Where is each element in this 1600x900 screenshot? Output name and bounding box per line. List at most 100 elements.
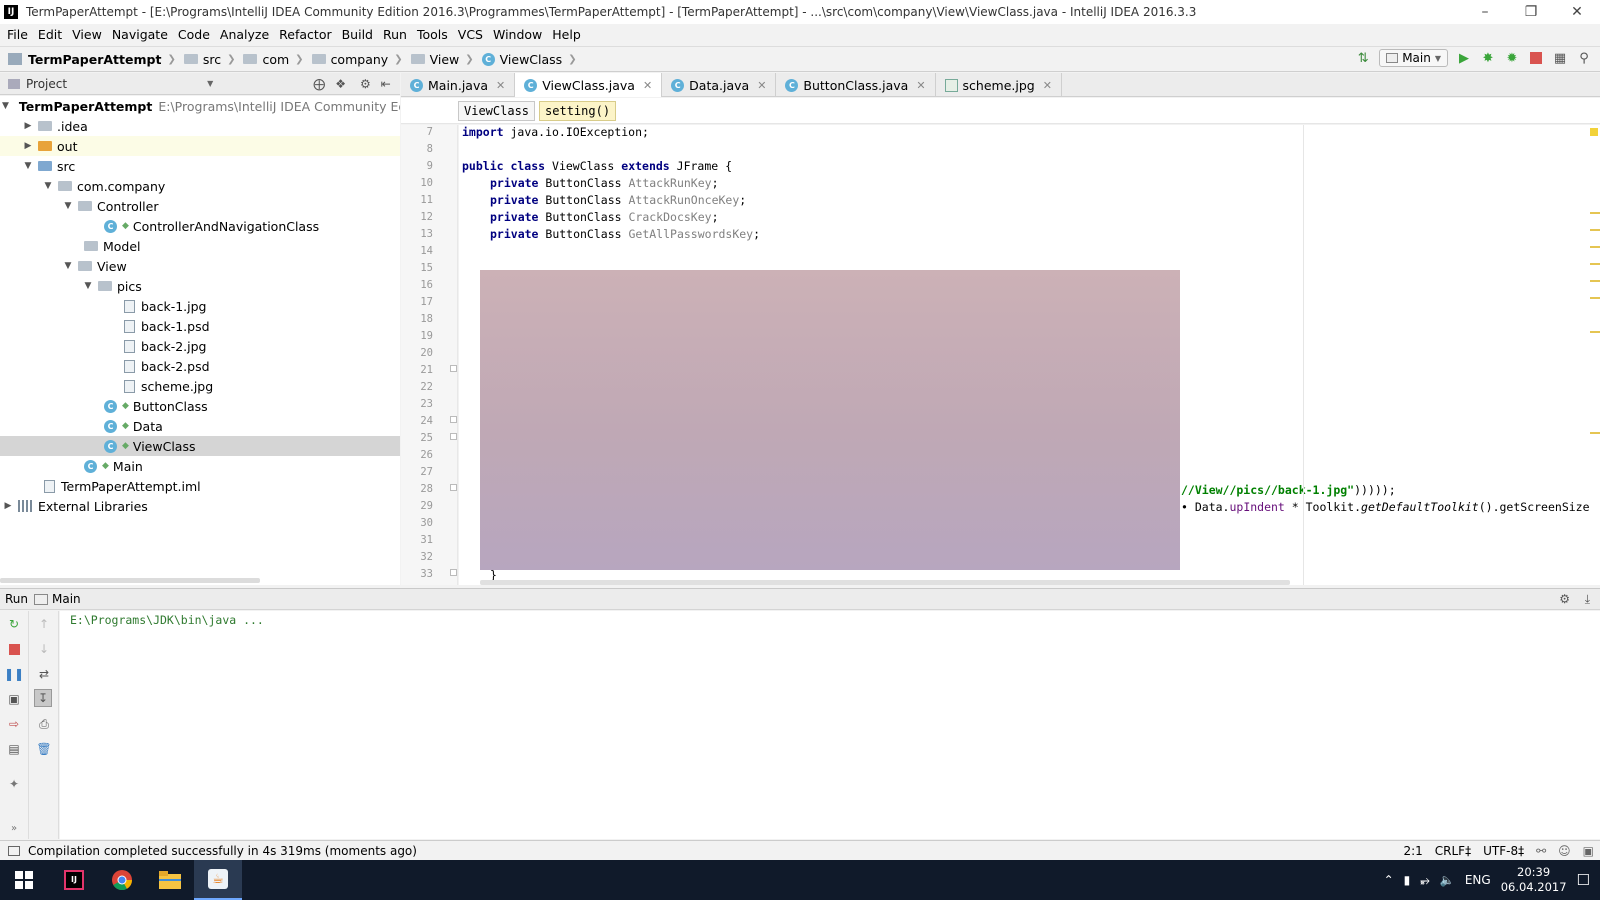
console-output[interactable]: E:\Programs\JDK\bin\java ... <box>60 611 1600 839</box>
coverage-icon[interactable]: ✹ <box>1504 50 1520 66</box>
notification-icon[interactable]: ☐ <box>1577 871 1590 889</box>
soft-wrap-icon[interactable]: ⇄ <box>35 665 53 683</box>
tree-item-iml[interactable]: TermPaperAttempt.iml <box>0 476 400 496</box>
run-config-select[interactable]: Main ▼ <box>1379 49 1448 67</box>
print-icon[interactable]: ⎙ <box>35 715 53 733</box>
tree-item-data[interactable]: C ◆ Data <box>0 416 400 436</box>
pin-icon[interactable]: ✦ <box>5 775 23 793</box>
gear-icon[interactable]: ⚙ <box>1559 592 1570 606</box>
clock[interactable]: 20:39 06.04.2017 <box>1501 865 1567 895</box>
up-arrow-icon[interactable]: ↑ <box>35 615 53 633</box>
tab-buttonclass-java[interactable]: C ButtonClass.java ✕ <box>776 73 936 97</box>
stop-icon[interactable] <box>5 640 23 658</box>
menu-help[interactable]: Help <box>547 27 586 42</box>
menu-tools[interactable]: Tools <box>412 27 453 42</box>
stop-icon[interactable] <box>1528 50 1544 66</box>
tree-item-main[interactable]: C ◆ Main <box>0 456 400 476</box>
analysis-status-icon[interactable] <box>1590 128 1598 136</box>
file-encoding[interactable]: UTF-8‡ <box>1483 844 1524 858</box>
collapse-arrow-icon[interactable]: ▶ <box>22 121 34 131</box>
taskbar-intellij[interactable]: IJ <box>50 860 98 900</box>
collapse-arrow-icon[interactable]: ▶ <box>22 141 34 151</box>
locate-icon[interactable]: ⨁ <box>313 77 325 91</box>
hide-panel-icon[interactable]: ⤓ <box>1585 592 1590 607</box>
tree-item-out[interactable]: ▶ out <box>0 136 400 156</box>
tree-item-controllerandnavigationclass[interactable]: C ◆ ControllerAndNavigationClass <box>0 216 400 236</box>
event-log-icon[interactable]: ▣ <box>1583 844 1594 858</box>
menu-navigate[interactable]: Navigate <box>107 27 173 42</box>
fold-marker-icon[interactable] <box>450 416 457 423</box>
taskbar-chrome[interactable] <box>98 860 146 900</box>
pause-icon[interactable]: ❚❚ <box>4 665 24 683</box>
menu-edit[interactable]: Edit <box>33 27 67 42</box>
menu-code[interactable]: Code <box>173 27 215 42</box>
close-tab-icon[interactable]: ✕ <box>916 79 925 92</box>
run-tab-label[interactable]: Main <box>52 592 81 606</box>
nav-crumb-view[interactable]: View ❯ <box>403 52 474 67</box>
warning-marker[interactable] <box>1590 432 1600 434</box>
inspector-icon[interactable]: ☺ <box>1558 844 1571 858</box>
rerun-icon[interactable]: ↻ <box>5 615 23 633</box>
project-panel-title[interactable]: Project <box>26 77 67 91</box>
error-stripe[interactable] <box>1589 125 1600 585</box>
tree-item-back-2-psd[interactable]: back-2.psd <box>0 356 400 376</box>
project-hscrollbar[interactable] <box>0 578 260 583</box>
collapse-icon[interactable]: ❖ <box>335 77 346 91</box>
close-tab-icon[interactable]: ✕ <box>757 79 766 92</box>
tree-item-controller[interactable]: ▼ Controller <box>0 196 400 216</box>
menu-window[interactable]: Window <box>488 27 547 42</box>
breadcrumb-class[interactable]: ViewClass <box>458 100 536 121</box>
tree-item-idea[interactable]: ▶ .idea <box>0 116 400 136</box>
start-button[interactable] <box>0 860 48 900</box>
chevron-up-icon[interactable]: ⌃ <box>1384 873 1394 887</box>
battery-icon[interactable]: ▮ <box>1404 873 1411 887</box>
expand-arrow-icon[interactable]: ▼ <box>62 261 74 271</box>
warning-marker[interactable] <box>1590 246 1600 248</box>
wifi-icon[interactable]: ⥵ <box>1420 873 1430 888</box>
nav-crumb-com[interactable]: com ❯ <box>235 52 304 67</box>
menu-file[interactable]: File <box>2 27 33 42</box>
tool-windows-icon[interactable] <box>8 845 20 856</box>
expand-arrow-icon[interactable]: ▼ <box>22 161 34 171</box>
fold-marker-icon[interactable] <box>450 433 457 440</box>
collapse-arrow-icon[interactable]: ▶ <box>2 501 14 511</box>
debug-icon[interactable]: ✸ <box>1480 50 1496 66</box>
tree-item-view[interactable]: ▼ View <box>0 256 400 276</box>
close-tab-icon[interactable]: ✕ <box>496 79 505 92</box>
fold-marker-icon[interactable] <box>450 484 457 491</box>
tree-item-back-2-jpg[interactable]: back-2.jpg <box>0 336 400 356</box>
search-icon[interactable]: ⚲ <box>1576 50 1592 66</box>
menu-run[interactable]: Run <box>378 27 412 42</box>
tree-item-com-company[interactable]: ▼ com.company <box>0 176 400 196</box>
caret-position[interactable]: 2:1 <box>1403 844 1422 858</box>
input-language[interactable]: ENG <box>1465 873 1491 887</box>
expand-arrow-icon[interactable]: ▼ <box>42 181 54 191</box>
tab-main-java[interactable]: C Main.java ✕ <box>401 73 516 97</box>
down-arrow-icon[interactable]: ↓ <box>35 640 53 658</box>
warning-marker[interactable] <box>1590 280 1600 282</box>
sort-icon[interactable]: ⇅ <box>1355 50 1371 66</box>
nav-crumb-src[interactable]: src ❯ <box>176 52 235 67</box>
expand-more-icon[interactable]: » <box>5 819 23 837</box>
expand-arrow-icon[interactable]: ▼ <box>62 201 74 211</box>
fold-marker-icon[interactable] <box>450 569 457 576</box>
tree-item-buttonclass[interactable]: C ◆ ButtonClass <box>0 396 400 416</box>
warning-marker[interactable] <box>1590 331 1600 333</box>
taskbar-explorer[interactable] <box>146 860 194 900</box>
run-icon[interactable]: ▶ <box>1456 50 1472 66</box>
breadcrumb-method[interactable]: setting() <box>539 100 617 121</box>
menu-analyze[interactable]: Analyze <box>215 27 274 42</box>
trash-icon[interactable]: 🗑 <box>35 740 53 758</box>
gear-icon[interactable]: ⚙ <box>360 77 371 91</box>
tree-item-external-libraries[interactable]: ▶ External Libraries <box>0 496 400 516</box>
warning-marker[interactable] <box>1590 263 1600 265</box>
tab-viewclass-java[interactable]: C ViewClass.java ✕ <box>515 73 663 97</box>
line-separator[interactable]: CRLF‡ <box>1435 844 1471 858</box>
menu-vcs[interactable]: VCS <box>453 27 488 42</box>
expand-arrow-icon[interactable]: ▼ <box>2 101 9 111</box>
menu-view[interactable]: View <box>67 27 107 42</box>
tree-item-model[interactable]: Model <box>0 236 400 256</box>
dropdown-icon[interactable]: ▼ <box>207 79 213 88</box>
nav-crumb-company[interactable]: company ❯ <box>304 52 403 67</box>
tab-data-java[interactable]: C Data.java ✕ <box>662 73 777 97</box>
